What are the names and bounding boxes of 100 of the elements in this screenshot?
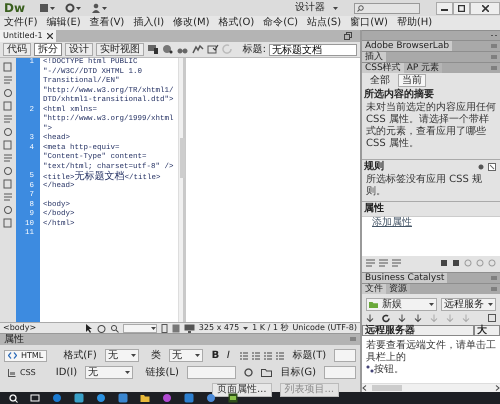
zoom-dropdown[interactable] [122,324,157,332]
layout-icon[interactable] [39,3,56,13]
caret-icon [194,354,200,357]
app-icon[interactable] [228,393,238,403]
caret-icon[interactable] [243,326,248,330]
bullet-list-icon[interactable] [240,352,248,360]
phone-icon[interactable] [160,324,168,332]
tablet-icon[interactable] [172,324,180,332]
class-label: 类 [150,350,161,362]
scrollbar-thumb[interactable] [372,385,402,391]
menu-item[interactable]: 修改(M) [173,17,210,29]
panel-tab[interactable]: Adobe BrowserLab [362,40,452,52]
format-dropdown[interactable]: 无 [104,349,139,362]
code-icon [8,352,17,359]
list-view-icon[interactable] [366,258,375,266]
scroll-left-icon[interactable] [362,385,368,391]
checklist-icon[interactable] [207,44,219,55]
gear-icon[interactable] [65,3,82,13]
get-icon[interactable] [398,314,406,322]
panel-tab[interactable]: AP 元素 [404,62,442,74]
tag-selector[interactable]: <body> [3,323,36,333]
app-icon[interactable] [206,393,216,403]
app-icon[interactable] [74,393,84,403]
menu-item[interactable]: 文件(F) [4,17,38,29]
message-text: 按钮。 [374,364,404,375]
close-icon[interactable] [46,33,53,39]
view-button[interactable]: 设计 [65,43,93,56]
site-dropdown[interactable]: 新娱 [366,298,437,311]
numbered-list-icon[interactable] [252,352,260,360]
menu-item[interactable]: 帮助(H) [396,17,432,29]
link-field[interactable] [186,366,236,379]
page-properties-button[interactable]: 页面属性... [212,383,272,397]
section-heading: 所选内容的摘要 [363,88,435,102]
column-header[interactable]: 大 [474,325,500,336]
panel-tab[interactable]: Business Catalyst [362,272,448,284]
scroll-right-icon[interactable] [494,385,500,391]
panel-title: 属性 [4,334,24,345]
monitor-icon[interactable] [147,44,159,55]
css-mode-button[interactable]: CSS [4,366,40,378]
outdent-icon[interactable] [264,352,272,360]
target-field[interactable] [324,366,356,379]
view-dropdown[interactable]: 远程服务 [441,298,496,311]
indent-icon[interactable] [276,352,284,360]
panel-menu-icon[interactable] [491,54,497,60]
scrollbar-thumb[interactable] [180,138,185,178]
title-field[interactable] [334,349,356,362]
info-icon[interactable] [478,164,484,170]
encoding-label: Unicode (UTF-8) [292,323,357,333]
menu-item[interactable]: 插入(I) [133,17,164,29]
put-icon[interactable] [414,314,422,322]
task-view-icon[interactable] [30,393,40,403]
column-header[interactable]: 远程服务器 [362,325,474,336]
panel-tab[interactable]: CSS样式 [362,62,404,74]
search-icon[interactable] [8,393,18,403]
user-icon[interactable] [91,3,108,13]
close-icon [482,4,488,12]
title-label: 标题(T) [292,350,326,362]
bold-button[interactable]: B [210,350,220,361]
restore-icon[interactable] [344,32,352,40]
monitor-icon[interactable] [184,324,195,332]
panel-tab[interactable]: 资源 [386,284,410,294]
caret-icon[interactable] [333,6,338,10]
menu-item[interactable]: 命令(C) [263,17,298,29]
menu-item[interactable]: 编辑(E) [46,17,81,29]
panel-menu-icon[interactable] [491,44,497,48]
panel-tab[interactable]: 文件 [362,284,386,294]
search-field[interactable] [354,2,420,14]
pointer-icon[interactable] [84,324,93,332]
panel-menu-icon[interactable] [491,286,497,292]
cascade-icon[interactable] [488,163,496,171]
minimize-button[interactable] [436,2,453,14]
menu-item[interactable]: 窗口(W) [350,17,388,29]
view-button[interactable]: 实时视图 [96,43,144,56]
view-button[interactable]: 拆分 [34,43,62,56]
view-button[interactable]: 代码 [3,43,31,56]
css-icon [8,368,16,376]
panel-menu-icon[interactable] [491,66,497,70]
html-mode-button[interactable]: HTML [4,350,48,362]
panel-menu-icon[interactable] [350,337,356,342]
italic-button[interactable]: I [224,350,232,361]
close-button[interactable] [470,2,500,14]
panel-tab[interactable]: 插入 [362,52,386,62]
class-dropdown[interactable]: 无 [168,349,203,362]
window-size[interactable]: 325 x 475 [198,323,240,333]
document-tab[interactable]: Untitled-1 [0,30,56,42]
id-dropdown[interactable]: 无 [85,366,134,379]
menu-item[interactable]: 查看(V) [90,17,124,29]
section-heading: 规则 [363,160,385,174]
folder-icon[interactable] [261,368,272,377]
add-property-link[interactable]: 添加属性 [362,217,500,229]
mode-button[interactable]: 当前 [398,74,426,87]
globe-icon[interactable] [162,44,174,55]
panel-menu-icon[interactable] [491,276,497,280]
menu-item[interactable]: 格式(O) [218,17,254,29]
zoom-icon[interactable] [110,324,119,332]
refresh-icon[interactable] [382,314,390,322]
mode-button[interactable]: 全部 [366,74,394,87]
maximize-button[interactable] [453,2,470,14]
menu-item[interactable]: 站点(S) [307,17,342,29]
workspace-label[interactable]: 设计器 [295,2,325,14]
